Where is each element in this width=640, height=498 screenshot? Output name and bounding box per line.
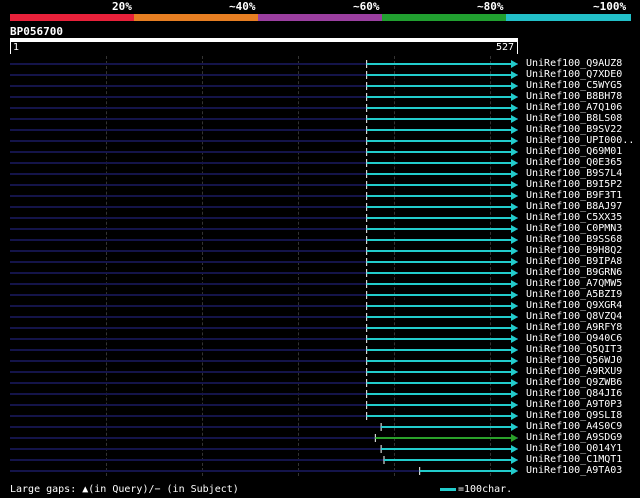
hit-label[interactable]: UniRef100_B9I5P2 [526,179,622,190]
hit-label[interactable]: UniRef100_C5WYG5 [526,80,622,91]
hit-arrow-icon [511,192,518,200]
large-gaps-legend: Large gaps: ▲(in Query)/− (in Subject) [10,484,239,495]
hit-arrow-icon [511,324,518,332]
hit-label[interactable]: UniRef100_C0PMN3 [526,223,622,234]
hit-label[interactable]: UniRef100_Q56WJ0 [526,355,622,366]
hit-arrow-icon [511,170,518,178]
hit-label[interactable]: UniRef100_A7Q106 [526,102,622,113]
hit-label[interactable]: UniRef100_Q7XDE0 [526,69,622,80]
hit-arrow-icon [511,313,518,321]
hit-arrow-icon [511,401,518,409]
hit-arrow-icon [511,181,518,189]
hit-arrow-icon [511,104,518,112]
hit-label[interactable]: UniRef100_B9GRN6 [526,267,622,278]
hit-arrow-icon [511,214,518,222]
hit-label[interactable]: UniRef100_UPI000.. [526,135,634,146]
hit-label[interactable]: UniRef100_A5BZI9 [526,289,622,300]
hit-label[interactable]: UniRef100_Q9XGR4 [526,300,622,311]
hit-label[interactable]: UniRef100_Q9AUZ8 [526,58,622,69]
scale-legend-text: =100char. [458,484,513,495]
hit-label[interactable]: UniRef100_C1MQT1 [526,454,622,465]
hit-arrow-icon [511,236,518,244]
hit-label[interactable]: UniRef100_A7QMW5 [526,278,622,289]
scale-legend: =100char. [440,484,512,496]
hit-label[interactable]: UniRef100_A9SDG9 [526,432,622,443]
hit-arrow-icon [511,390,518,398]
hit-arrow-icon [511,148,518,156]
hit-arrow-icon [511,434,518,442]
hit-label[interactable]: UniRef100_Q9ZWB6 [526,377,622,388]
hit-arrow-icon [511,456,518,464]
hit-label[interactable]: UniRef100_Q940C6 [526,333,622,344]
hit-arrow-icon [511,225,518,233]
hit-label[interactable]: UniRef100_A9TA03 [526,465,622,476]
hit-arrow-icon [511,159,518,167]
hit-label[interactable]: UniRef100_B9SS68 [526,234,622,245]
hit-arrow-icon [511,379,518,387]
hit-label[interactable]: UniRef100_B8LS08 [526,113,622,124]
hit-arrow-icon [511,115,518,123]
scale-bar-icon [440,487,456,491]
hit-label[interactable]: UniRef100_Q69M01 [526,146,622,157]
hit-arrow-icon [511,280,518,288]
hit-arrow-icon [511,467,518,475]
hit-label[interactable]: UniRef100_B9F3T1 [526,190,622,201]
hit-label[interactable]: UniRef100_Q5QIT3 [526,344,622,355]
hit-arrow-icon [511,60,518,68]
hit-arrow-icon [511,346,518,354]
hit-label[interactable]: UniRef100_Q9SLI8 [526,410,622,421]
hit-arrow-icon [511,82,518,90]
hit-arrow-icon [511,368,518,376]
hit-arrow-icon [511,93,518,101]
hit-label[interactable]: UniRef100_B9H8Q2 [526,245,622,256]
hit-arrow-icon [511,126,518,134]
hit-label[interactable]: UniRef100_Q0E365 [526,157,622,168]
hit-label[interactable]: UniRef100_A9T0P3 [526,399,622,410]
hit-label[interactable]: UniRef100_B8BH78 [526,91,622,102]
hit-arrow-icon [511,258,518,266]
hit-label[interactable]: UniRef100_B9IPA8 [526,256,622,267]
hit-label[interactable]: UniRef100_B8AJ97 [526,201,622,212]
hit-label[interactable]: UniRef100_Q84JI6 [526,388,622,399]
hit-arrow-icon [511,203,518,211]
hit-arrow-icon [511,291,518,299]
hit-arrow-icon [511,269,518,277]
hit-arrow-icon [511,247,518,255]
hit-arrow-icon [511,357,518,365]
hit-arrow-icon [511,302,518,310]
hit-arrow-icon [511,335,518,343]
hit-arrow-icon [511,445,518,453]
hit-label[interactable]: UniRef100_B9SV22 [526,124,622,135]
hit-label[interactable]: UniRef100_A9RFY8 [526,322,622,333]
hit-arrow-icon [511,71,518,79]
hit-arrow-icon [511,412,518,420]
hit-label[interactable]: UniRef100_C5XX35 [526,212,622,223]
hit-label[interactable]: UniRef100_B9S7L4 [526,168,622,179]
hit-label[interactable]: UniRef100_Q8VZQ4 [526,311,622,322]
hit-label[interactable]: UniRef100_Q014Y1 [526,443,622,454]
hit-arrow-icon [511,423,518,431]
hit-arrow-icon [511,137,518,145]
hit-label[interactable]: UniRef100_A4S0C9 [526,421,622,432]
hit-label[interactable]: UniRef100_A9RXU9 [526,366,622,377]
